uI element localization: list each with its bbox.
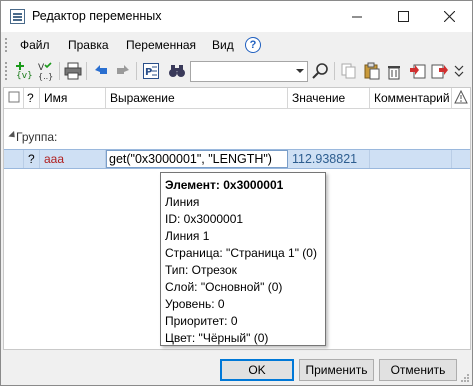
table-row[interactable]: ? aaa get("0x3000001", "LENGTH") 112.938… bbox=[4, 149, 470, 169]
add-variable-list-icon: V {..} bbox=[38, 62, 53, 81]
toolbar-grip bbox=[5, 62, 8, 80]
svg-text:{..}: {..} bbox=[38, 72, 53, 81]
import-icon bbox=[410, 64, 426, 79]
tooltip-line: Слой: "Основной" (0) bbox=[165, 280, 283, 294]
add-variable-icon: {v} bbox=[16, 62, 33, 81]
toolbar: {v} V {..} P bbox=[1, 58, 472, 85]
row-flag bbox=[4, 150, 24, 168]
print-button[interactable] bbox=[62, 60, 84, 82]
flag-icon bbox=[8, 91, 20, 103]
paste-button[interactable] bbox=[361, 60, 383, 82]
delete-icon bbox=[388, 66, 400, 80]
delete-button[interactable] bbox=[383, 60, 405, 82]
tooltip-line: Страница: "Страница 1" (0) bbox=[165, 246, 317, 260]
tooltip-line: Приоритет: 0 bbox=[165, 314, 238, 328]
binoculars-icon bbox=[169, 65, 185, 77]
column-expression[interactable]: Выражение bbox=[106, 88, 288, 108]
copy-button[interactable] bbox=[338, 60, 360, 82]
column-value[interactable]: Значение bbox=[288, 88, 370, 108]
export-button[interactable] bbox=[429, 60, 451, 82]
undo-button[interactable] bbox=[90, 60, 112, 82]
menu-view[interactable]: Вид bbox=[212, 38, 234, 52]
column-name[interactable]: Имя bbox=[40, 88, 106, 108]
tooltip-line: Линия bbox=[165, 195, 200, 209]
group-label: Группа: bbox=[16, 130, 58, 144]
row-value: 112.938821 bbox=[288, 150, 370, 168]
variable-editor-window: Редактор переменных Файл Правка Переменн… bbox=[0, 0, 473, 386]
svg-text:{v}: {v} bbox=[16, 71, 33, 81]
search-combo[interactable] bbox=[190, 61, 308, 82]
paste-icon bbox=[364, 62, 380, 80]
undo-icon bbox=[95, 65, 107, 74]
print-icon bbox=[64, 62, 82, 80]
tooltip-line: Цвет: "Чёрный" (0) bbox=[165, 331, 269, 345]
ok-button[interactable]: OK bbox=[220, 359, 294, 381]
expression-input[interactable]: get("0x3000001", "LENGTH") bbox=[106, 150, 288, 168]
column-question[interactable]: ? bbox=[24, 88, 40, 108]
close-button[interactable] bbox=[426, 1, 472, 32]
warning-icon bbox=[454, 89, 468, 104]
maximize-icon bbox=[397, 11, 409, 22]
redo-button[interactable] bbox=[112, 60, 134, 82]
row-name[interactable]: aaa bbox=[40, 150, 106, 168]
tooltip-line: Линия 1 bbox=[165, 229, 210, 243]
maximize-button[interactable] bbox=[380, 1, 426, 32]
cancel-button[interactable]: Отменить bbox=[379, 359, 457, 381]
column-comment[interactable]: Комментарий bbox=[370, 88, 452, 108]
tooltip-line: Тип: Отрезок bbox=[165, 263, 237, 277]
copy-icon bbox=[341, 63, 356, 79]
menu-variable[interactable]: Переменная bbox=[126, 38, 196, 52]
row-comment[interactable] bbox=[370, 150, 452, 168]
element-tooltip: Элемент: 0x3000001 Линия ID: 0x3000001 Л… bbox=[160, 172, 326, 346]
tooltip-line: Уровень: 0 bbox=[165, 297, 225, 311]
export-icon bbox=[431, 64, 448, 79]
search-icon bbox=[312, 63, 328, 79]
chevron-down-icon bbox=[454, 65, 464, 77]
tooltip-line: ID: 0x3000001 bbox=[165, 212, 244, 226]
chevron-down-icon[interactable] bbox=[296, 69, 304, 73]
column-warning[interactable] bbox=[452, 88, 470, 108]
add-variable-button[interactable]: {v} bbox=[13, 60, 35, 82]
toolbar-overflow-button[interactable] bbox=[451, 60, 467, 82]
close-icon bbox=[443, 11, 455, 22]
window-title: Редактор переменных bbox=[32, 9, 162, 23]
resize-grip-icon[interactable] bbox=[460, 373, 470, 383]
grid-header: ? Имя Выражение Значение Комментарий bbox=[4, 88, 470, 109]
import-button[interactable] bbox=[407, 60, 429, 82]
menubar-grip bbox=[5, 38, 8, 52]
menu-edit[interactable]: Правка bbox=[68, 38, 109, 52]
help-icon[interactable]: ? bbox=[245, 37, 261, 53]
find-button[interactable] bbox=[166, 60, 188, 82]
apply-button[interactable]: Применить bbox=[299, 359, 374, 381]
svg-text:P: P bbox=[145, 67, 152, 78]
row-question: ? bbox=[24, 150, 40, 168]
search-button[interactable] bbox=[310, 60, 332, 82]
menu-file[interactable]: Файл bbox=[20, 38, 50, 52]
minimize-icon bbox=[352, 16, 362, 17]
app-icon bbox=[10, 9, 25, 24]
title-bar: Редактор переменных bbox=[1, 1, 472, 32]
column-flag[interactable] bbox=[4, 88, 24, 108]
add-variable-list-button[interactable]: V {..} bbox=[35, 60, 57, 82]
formula-button[interactable]: P bbox=[140, 60, 162, 82]
tooltip-title: Элемент: 0x3000001 bbox=[165, 178, 284, 192]
formula-icon: P bbox=[143, 63, 159, 79]
menu-bar: Файл Правка Переменная Вид ? bbox=[1, 34, 472, 56]
minimize-button[interactable] bbox=[334, 1, 380, 32]
redo-icon bbox=[117, 65, 129, 74]
